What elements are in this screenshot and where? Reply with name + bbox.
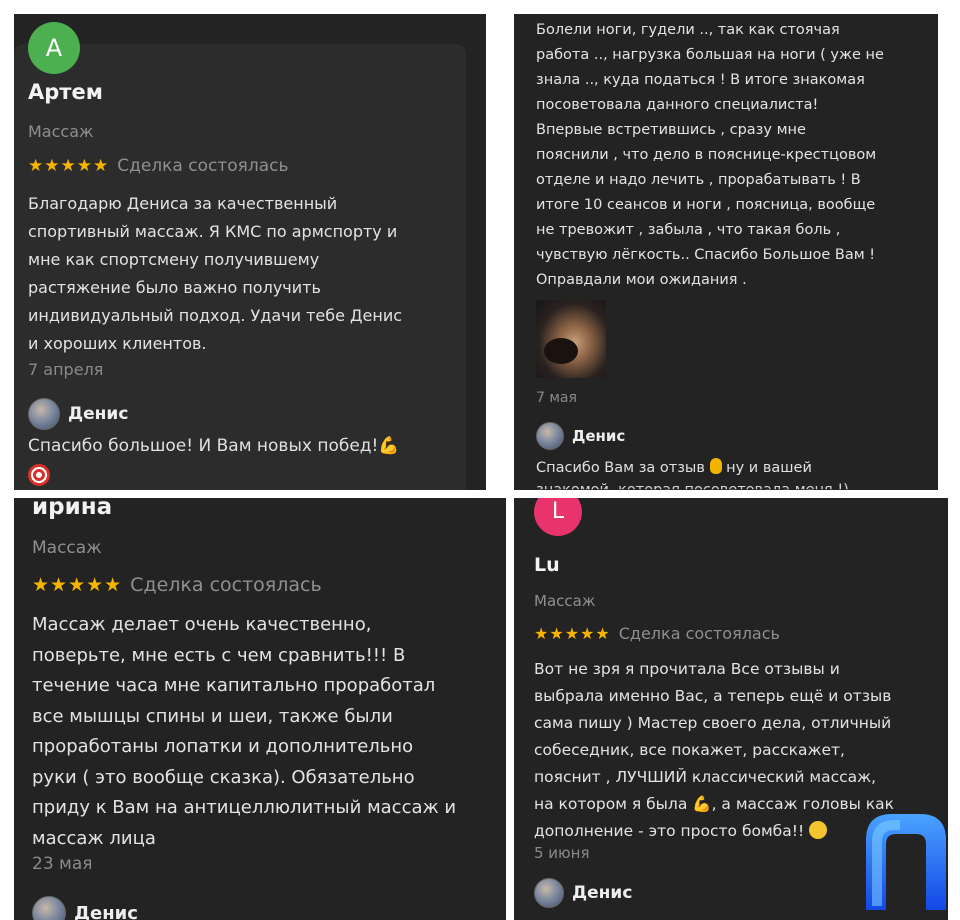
owner-reply-header: Денис [32, 896, 138, 920]
owner-avatar [534, 878, 564, 908]
reply-text: Спасибо большое! И Вам новых побед! [28, 436, 379, 456]
reviewer-name: Lu [534, 554, 560, 576]
reply-text: Спасибо Вам за отзыв [536, 460, 705, 476]
deal-status: Сделка состоялась [117, 156, 289, 176]
flexed-biceps-icon: 💪 [378, 436, 400, 456]
reply-text-continued: ну и вашей [726, 460, 812, 476]
owner-avatar [28, 398, 60, 430]
rating-stars: ★★★★★ [28, 156, 110, 176]
rating-stars: ★★★★★ [534, 624, 611, 643]
review-date: 7 апреля [28, 360, 104, 379]
review-text: Благодарю Дениса за качественный спортив… [28, 194, 403, 353]
rating-row: ★★★★★ Сделка состоялась [32, 574, 322, 596]
owner-name: Денис [68, 404, 129, 424]
flexed-biceps-icon: 💪 [692, 795, 712, 813]
avatar: A [28, 22, 80, 74]
rating-stars: ★★★★★ [32, 574, 123, 596]
review-date: 7 мая [536, 390, 577, 406]
deal-status: Сделка состоялась [130, 574, 322, 596]
owner-avatar [536, 422, 564, 450]
owner-reply-header: Денис [534, 878, 632, 908]
owner-name: Денис [572, 883, 633, 903]
review-text: Массаж делает очень качественно, поверьт… [32, 614, 457, 849]
reviewer-name: Артем [28, 80, 103, 104]
service-category: Массаж [32, 538, 102, 558]
deal-status: Сделка состоялась [618, 624, 780, 643]
owner-reply-header: Денис [28, 398, 128, 430]
review-text: Болели ноги, гудели .., так как стоячая … [536, 22, 884, 288]
owner-avatar [32, 896, 66, 920]
service-category: Массаж [28, 122, 94, 141]
owner-name: Денис [74, 902, 138, 920]
review-panel-legs: Болели ноги, гудели .., так как стоячая … [514, 14, 938, 490]
smiling-face-icon [809, 821, 828, 839]
review-date: 5 июня [534, 844, 590, 862]
rating-row: ★★★★★ Сделка состоялась [534, 624, 780, 643]
service-category: Массаж [534, 592, 596, 610]
review-date: 23 мая [32, 854, 93, 874]
ok-hand-icon [709, 458, 722, 474]
review-text: Вот не зря я прочитала Все отзывы и выбр… [534, 660, 895, 840]
owner-reply: Спасибо большое! И Вам новых побед!💪 [28, 436, 400, 456]
avatar: L [534, 498, 582, 536]
rating-row: ★★★★★ Сделка состоялась [28, 156, 289, 176]
direct-hit-icon [28, 464, 50, 490]
review-photo[interactable] [536, 300, 606, 378]
brand-logo-icon [866, 814, 946, 910]
review-panel-artem: A Артем Массаж ★★★★★ Сделка состоялась Б… [14, 14, 486, 490]
owner-name: Денис [572, 427, 626, 445]
owner-reply: Спасибо Вам за отзыв ну и вашей [536, 458, 812, 476]
reviewer-name: ирина [32, 498, 113, 520]
review-panel-irina: ирина Массаж ★★★★★ Сделка состоялась Мас… [14, 498, 506, 920]
owner-reply-header: Денис [536, 422, 625, 450]
reply-cut-line: знакомой, которая посоветовала меня !) [536, 482, 849, 490]
